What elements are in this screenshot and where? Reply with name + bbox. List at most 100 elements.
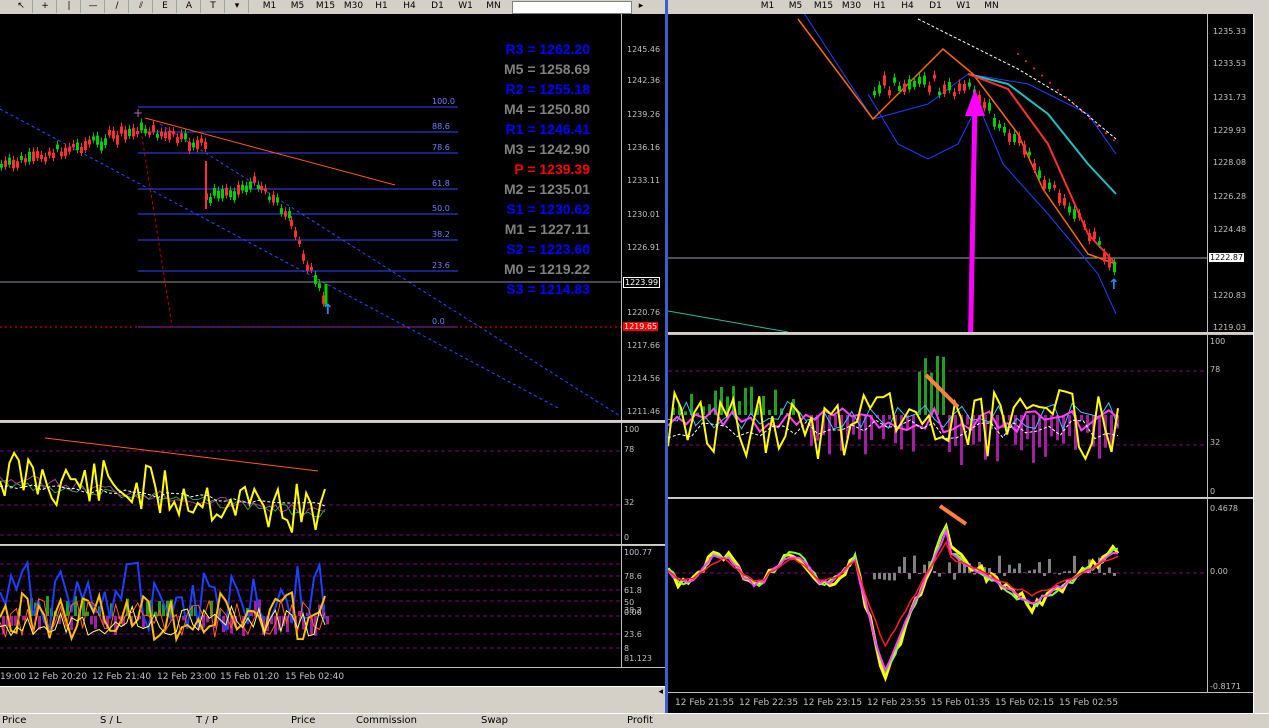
price-axis-label: 1226.28	[1213, 192, 1246, 201]
osc-axis-label: -0.8171	[1210, 682, 1241, 691]
fibo-icon[interactable]: E	[154, 0, 177, 13]
right-oscillator-2[interactable]	[668, 498, 1207, 693]
candle-body	[908, 79, 911, 89]
text-icon[interactable]: A	[178, 0, 201, 13]
candle-body	[938, 92, 941, 96]
candle-body	[68, 147, 71, 152]
bollinger-lower	[868, 94, 1116, 314]
right-osc1-axis: 10078320	[1207, 334, 1254, 497]
up-arrow-icon: ↑	[322, 302, 334, 318]
bollinger-upper	[798, 14, 1116, 154]
histogram-bar	[903, 557, 906, 573]
candle-body	[160, 131, 163, 136]
histogram-bar	[750, 387, 753, 415]
candle-body	[913, 81, 916, 87]
terminal-column-header[interactable]: Price	[2, 715, 26, 727]
crosshair-icon[interactable]: +	[34, 0, 57, 13]
right-timeframe-m1[interactable]: M1	[754, 0, 781, 13]
terminal-column-header[interactable]: T / P	[196, 715, 218, 727]
right-timeframe-m5[interactable]: M5	[782, 0, 809, 13]
terminal-column-header[interactable]: Swap	[481, 715, 508, 727]
histogram-bar	[774, 390, 777, 415]
histogram-bar	[918, 573, 921, 574]
time-axis-label: 12 Feb 21:55	[675, 698, 734, 708]
osc-axis-label: 23.6	[624, 630, 642, 639]
time-axis-label: 15 Feb 02:40	[285, 672, 344, 682]
right-timeframe-m30[interactable]: M30	[838, 0, 865, 13]
histogram-bar	[1103, 573, 1106, 575]
terminal-column-header[interactable]: S / L	[100, 715, 122, 727]
candle-body	[903, 84, 906, 92]
candle-body	[993, 118, 996, 127]
candle-body	[298, 241, 301, 244]
pivot-level-label: M5 = 1258.69	[450, 61, 590, 78]
osc-axis-label: 32	[1210, 438, 1220, 447]
timeframe-m5[interactable]: M5	[284, 0, 311, 13]
histogram-bar	[22, 616, 25, 620]
arrows-icon[interactable]: ▾	[226, 0, 249, 13]
psar-dot	[1105, 132, 1107, 134]
candle-body	[0, 164, 3, 168]
left-price-pane[interactable]: ↑+ 100.088.678.661.850.038.223.60.0 R3 =…	[0, 14, 621, 420]
candle-body	[268, 197, 271, 200]
vertical-line-icon[interactable]: |	[58, 0, 81, 13]
scroll-left-icon[interactable]: ◂	[658, 687, 663, 697]
ma-line-dashed	[918, 19, 1116, 139]
timeframe-mn[interactable]: MN	[480, 0, 507, 13]
right-time-axis: 12 Feb 21:5512 Feb 22:3512 Feb 23:1512 F…	[668, 692, 1253, 714]
right-price-axis[interactable]: 1235.331233.531231.731229.931228.081226.…	[1207, 14, 1254, 332]
candle-body	[241, 185, 244, 191]
psar-dot	[1017, 53, 1019, 55]
candle-body	[176, 137, 179, 143]
right-timeframe-h1[interactable]: H1	[866, 0, 893, 13]
left-horizontal-scrollbar[interactable]: ◂	[0, 686, 665, 701]
label-icon[interactable]: T	[202, 0, 225, 13]
cursor-icon[interactable]: ↖	[10, 0, 33, 13]
candle-body	[314, 275, 317, 284]
timeframe-w1[interactable]: W1	[452, 0, 479, 13]
right-timeframe-mn[interactable]: MN	[978, 0, 1005, 13]
candle-body	[310, 267, 313, 270]
timeframe-m15[interactable]: M15	[312, 0, 339, 13]
right-oscillator-1[interactable]	[668, 334, 1207, 497]
left-price-axis[interactable]: 1245.461242.361239.261236.161233.111230.…	[621, 14, 666, 420]
osc-axis-label: 100	[624, 425, 639, 434]
scroll-arrow-icon[interactable]: ▸	[634, 0, 648, 13]
timeframe-m1[interactable]: M1	[256, 0, 283, 13]
price-axis-label: 1220.83	[1213, 291, 1246, 300]
candle-body	[888, 90, 891, 95]
left-oscillator-2[interactable]	[0, 545, 621, 668]
fib-level-label: 38.2	[432, 230, 450, 239]
terminal-column-header[interactable]: Commission	[356, 715, 417, 727]
histogram-bar	[888, 573, 891, 580]
psar-dot	[1057, 89, 1059, 91]
candle-body	[96, 136, 99, 145]
right-timeframe-h4[interactable]: H4	[894, 0, 921, 13]
osc-axis-label: 100.77	[624, 548, 652, 557]
histogram-bar	[883, 573, 886, 580]
trendline-icon[interactable]: /	[106, 0, 129, 13]
right-vertical-scrollbar[interactable]	[1253, 14, 1269, 713]
magenta-arrow-line	[970, 104, 975, 332]
candle-body	[276, 197, 279, 202]
right-timeframe-w1[interactable]: W1	[950, 0, 977, 13]
candle-body	[124, 130, 127, 140]
timeframe-d1[interactable]: D1	[424, 0, 451, 13]
right-timeframe-d1[interactable]: D1	[922, 0, 949, 13]
right-price-pane[interactable]: ↑	[668, 14, 1207, 332]
right-timeframe-m15[interactable]: M15	[810, 0, 837, 13]
timeframe-m30[interactable]: M30	[340, 0, 367, 13]
histogram-bar	[1108, 567, 1111, 573]
toolbar-search-box[interactable]	[512, 1, 632, 14]
timeframe-h4[interactable]: H4	[396, 0, 423, 13]
horizontal-line-icon[interactable]: —	[82, 0, 105, 13]
timeframe-h1[interactable]: H1	[368, 0, 395, 13]
equidistant-channel-icon[interactable]: ⫽	[130, 0, 153, 13]
candle-body	[1038, 170, 1041, 178]
pivot-level-label: M2 = 1235.01	[450, 181, 590, 198]
histogram-bar	[14, 616, 17, 626]
terminal-column-header[interactable]: Price	[291, 715, 315, 727]
candle-body	[196, 140, 199, 149]
left-oscillator-1[interactable]	[0, 422, 621, 544]
terminal-column-header[interactable]: Profit	[627, 715, 653, 727]
